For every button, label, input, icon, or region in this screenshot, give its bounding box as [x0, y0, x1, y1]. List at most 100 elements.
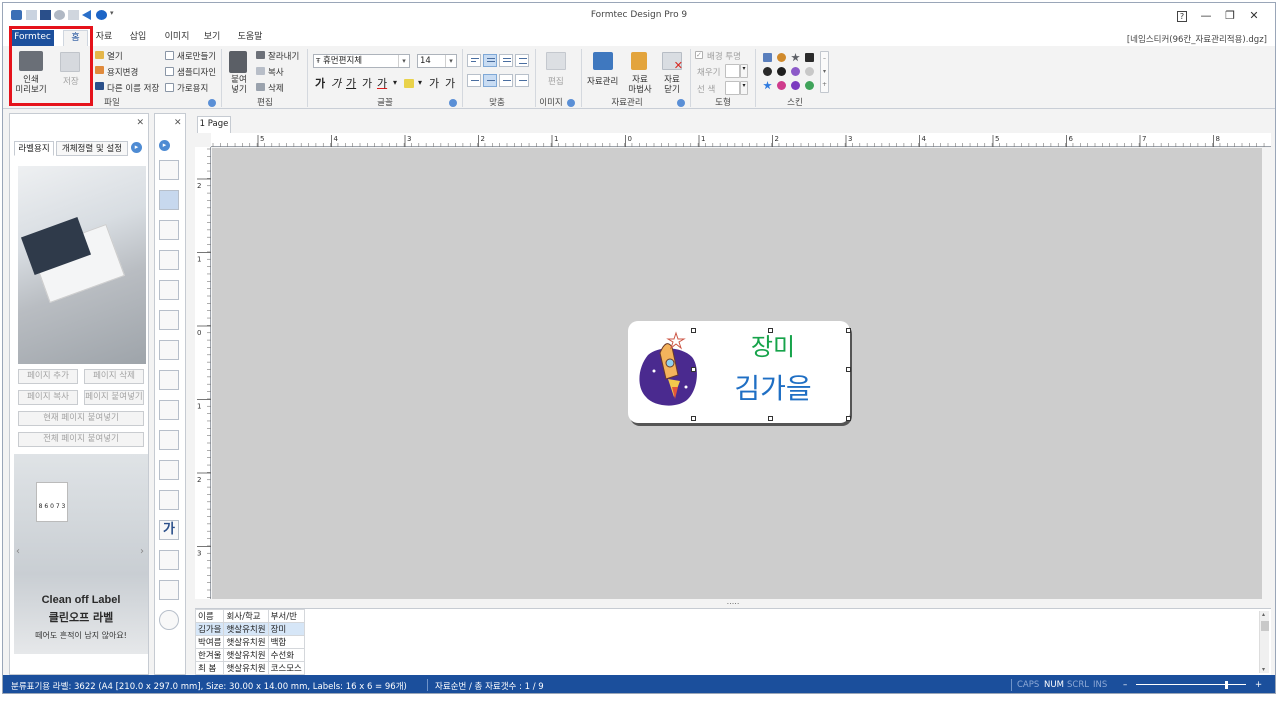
next-arrow-icon[interactable]: ▸ — [131, 142, 142, 153]
skin-swatch[interactable] — [805, 81, 814, 90]
next-arrow-icon[interactable]: › — [140, 546, 144, 557]
skin-swatch[interactable] — [777, 81, 786, 90]
skin-swatch[interactable] — [763, 81, 772, 90]
scroll-thumb[interactable] — [1261, 621, 1269, 631]
zoom-out-button[interactable]: – — [1123, 680, 1127, 690]
tab-image[interactable]: 이미지 — [160, 30, 194, 46]
image-tool-icon[interactable] — [159, 250, 179, 270]
landscape-button[interactable]: 가로용지 — [177, 82, 208, 94]
data-wizard-button[interactable]: 자료 마법사 — [628, 75, 652, 95]
align-middle-center-button[interactable] — [483, 74, 497, 87]
skin-swatch[interactable] — [777, 53, 786, 62]
align-top-left-button[interactable] — [467, 54, 481, 67]
align-middle-left-button[interactable] — [467, 74, 481, 87]
shadow-button[interactable]: 가 — [445, 75, 455, 91]
table-cell[interactable]: 백합 — [267, 635, 305, 649]
cut-button[interactable]: 잘라내기 — [268, 50, 299, 62]
line-color-picker[interactable] — [725, 81, 740, 95]
tab-view[interactable]: 보기 — [201, 30, 223, 46]
skin-swatch[interactable] — [791, 53, 800, 62]
bold-button[interactable]: 가 — [315, 75, 325, 91]
paste-all-pages-button[interactable]: 전체 페이지 붙여넣기 — [18, 432, 144, 447]
image-edit-button[interactable]: 편집 — [548, 75, 564, 87]
table-cell[interactable]: 최 봄 — [194, 661, 225, 675]
selection-handle[interactable] — [846, 416, 851, 421]
table-row[interactable]: 한겨울 햇살유치원 수선화 — [194, 648, 305, 662]
zoom-in-button[interactable]: + — [1255, 680, 1262, 690]
highlight-dropdown-icon[interactable]: ▾ — [418, 78, 422, 87]
highlight-icon[interactable] — [404, 79, 414, 88]
copy-button[interactable]: 복사 — [268, 66, 284, 78]
skin-swatch[interactable] — [763, 53, 772, 62]
paste-button[interactable]: 붙여 넣기 — [230, 75, 248, 95]
table-cell[interactable]: 햇살유치원 — [223, 622, 269, 636]
underline-button[interactable]: 가 — [346, 75, 356, 91]
background-tool-icon[interactable] — [159, 580, 179, 600]
selection-handle[interactable] — [768, 416, 773, 421]
file-group-launcher-icon[interactable] — [208, 99, 216, 107]
table-cell[interactable]: 한겨울 — [194, 648, 225, 662]
skin-swatch[interactable] — [805, 53, 814, 62]
vertical-text-tool-icon[interactable] — [159, 280, 179, 300]
photo-tool-icon[interactable] — [159, 550, 179, 570]
barcode-tool-icon[interactable] — [159, 370, 179, 390]
delete-page-button[interactable]: 페이지 삭제 — [84, 369, 144, 384]
table-cell[interactable]: 장미 — [267, 622, 305, 636]
close-icon[interactable]: ✕ — [136, 118, 144, 128]
fill-dropdown-icon[interactable]: ▾ — [740, 64, 748, 78]
copy-page-button[interactable]: 페이지 복사 — [18, 390, 78, 405]
skin-swatch[interactable] — [777, 67, 786, 76]
tab-help[interactable]: 도움말 — [233, 30, 267, 46]
font-size-select[interactable]: 14 ▾ — [417, 54, 457, 68]
page-tab[interactable]: 1 Page — [197, 116, 231, 133]
help-button[interactable]: ? — [1171, 7, 1193, 25]
tab-data[interactable]: 자료 — [93, 30, 115, 46]
qr-code-tool-icon[interactable] — [159, 340, 179, 360]
minimize-button[interactable]: — — [1195, 7, 1217, 25]
text-effect-tool-icon[interactable] — [159, 310, 179, 330]
font-color-button[interactable]: 가 — [377, 75, 387, 91]
fill-color-picker[interactable] — [725, 64, 740, 78]
column-header[interactable]: 부서/반 — [267, 609, 305, 623]
text-tool-icon[interactable] — [159, 220, 179, 240]
zoom-slider[interactable] — [1136, 684, 1246, 685]
align-top-right-button[interactable] — [499, 54, 513, 67]
tab-object-align[interactable]: 개체정렬 및 설정 — [56, 141, 128, 156]
open-button[interactable]: 열기 — [107, 50, 123, 62]
restore-button[interactable]: ❐ — [1219, 7, 1241, 25]
rocket-clipart-icon[interactable] — [634, 327, 704, 417]
save-as-button[interactable]: 다른 이름 저장 — [107, 82, 159, 94]
list-tool-icon[interactable] — [159, 490, 179, 510]
data-group-launcher-icon[interactable] — [677, 99, 685, 107]
select-tool-icon[interactable] — [159, 160, 179, 180]
table-tool-icon[interactable] — [159, 460, 179, 480]
table-cell[interactable]: 수선화 — [267, 648, 305, 662]
italic-button[interactable]: 가 — [331, 75, 341, 91]
selection-handle[interactable] — [768, 328, 773, 333]
expand-arrow-icon[interactable]: ▸ — [159, 140, 170, 151]
tab-insert[interactable]: 삽입 — [125, 30, 151, 46]
tab-label-paper[interactable]: 라벨용지 — [14, 141, 54, 156]
delete-button[interactable]: 삭제 — [268, 82, 284, 94]
label-name-text[interactable]: 김가을 — [718, 367, 828, 407]
serial-tool-icon[interactable] — [159, 400, 179, 420]
grid-scrollbar[interactable]: ▴ ▾ — [1259, 611, 1269, 673]
paste-page-button[interactable]: 페이지 붙여넣기 — [84, 390, 144, 405]
sample-design-button[interactable]: 샘플디자인 — [177, 66, 216, 78]
table-cell[interactable]: 김가을 — [194, 622, 225, 636]
selection-handle[interactable] — [691, 367, 696, 372]
paste-current-page-button[interactable]: 현재 페이지 붙여넣기 — [18, 411, 144, 426]
label-preview[interactable]: 장미 김가을 — [628, 321, 851, 423]
skin-swatch[interactable] — [805, 67, 814, 76]
bg-transparent-checkbox[interactable]: ✓ — [695, 51, 703, 59]
table-row[interactable]: 김가을 햇살유치원 장미 — [194, 622, 305, 636]
align-vertical-button[interactable] — [515, 74, 529, 87]
close-icon[interactable]: ✕ — [174, 118, 182, 128]
selection-handle[interactable] — [691, 328, 696, 333]
image-group-launcher-icon[interactable] — [567, 99, 575, 107]
align-middle-right-button[interactable] — [499, 74, 513, 87]
skin-swatch[interactable] — [791, 67, 800, 76]
selection-handle[interactable] — [846, 328, 851, 333]
prev-arrow-icon[interactable]: ‹ — [16, 546, 20, 557]
table-cell[interactable]: 햇살유치원 — [223, 661, 269, 675]
